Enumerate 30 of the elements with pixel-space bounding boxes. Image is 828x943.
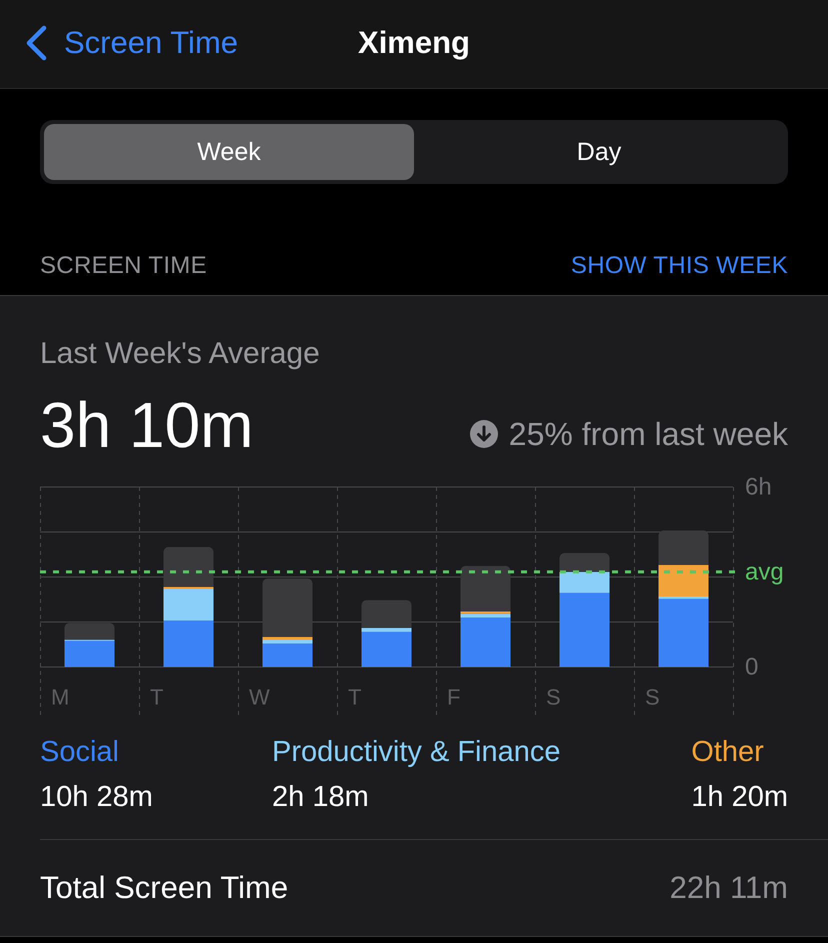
day-label: S <box>645 684 660 710</box>
category-name: Social <box>40 735 120 770</box>
average-title: Last Week's Average <box>40 336 321 372</box>
bar-segment <box>658 530 708 565</box>
category-name: Productivity & Finance <box>272 735 562 770</box>
category-time: 10h 28m <box>40 780 154 815</box>
day-label: S <box>546 684 561 710</box>
total-value: 22h 11m <box>670 870 788 906</box>
day-label: T <box>150 684 164 710</box>
back-button[interactable]: Screen Time <box>24 25 238 61</box>
total-label: Total Screen Time <box>40 870 288 906</box>
chevron-left-icon <box>24 25 48 61</box>
nav-title: Ximeng <box>358 25 470 61</box>
category-name: Other <box>691 735 765 770</box>
segment-tab[interactable]: Week <box>44 124 414 180</box>
section-header: SCREEN TIME <box>40 252 207 280</box>
day-label: W <box>249 684 270 710</box>
axis-label: 6h <box>745 474 772 500</box>
change-text: 25% from last week <box>508 415 788 453</box>
show-this-week-link[interactable]: SHOW THIS WEEK <box>570 252 788 280</box>
axis-label: 0 <box>745 654 758 680</box>
day-label: T <box>348 684 362 710</box>
bar-segment <box>560 553 610 572</box>
day-label: M <box>51 684 70 710</box>
category-time: 1h 20m <box>691 780 788 815</box>
segment-tab[interactable]: Day <box>414 124 784 180</box>
average-line-label: avg <box>745 558 784 586</box>
average-value: 3h 10m <box>40 389 254 461</box>
category-time: 2h 18m <box>272 780 370 815</box>
day-label: F <box>447 684 460 710</box>
